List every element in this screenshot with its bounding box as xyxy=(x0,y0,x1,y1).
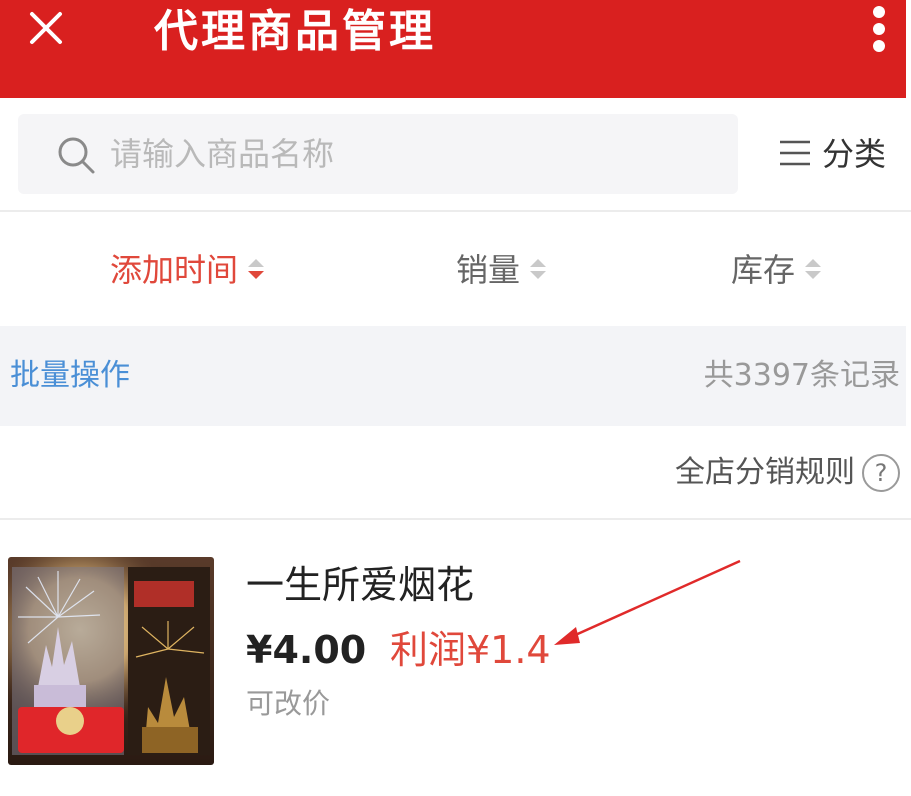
category-label: 分类 xyxy=(822,135,887,173)
page-title: 代理商品管理 xyxy=(154,6,436,57)
top-app-bar: 代理商品管理 xyxy=(0,0,906,98)
tab-sort-sales[interactable]: 销量 xyxy=(456,246,548,294)
annotation-arrow xyxy=(554,559,741,645)
product-profit: 利润¥1.4 xyxy=(390,628,551,672)
more-vertical-icon xyxy=(866,6,892,52)
product-image xyxy=(8,557,214,765)
price-editable-note: 可改价 xyxy=(246,687,331,720)
tab-sort-stock[interactable]: 库存 xyxy=(731,246,823,294)
store-distribution-rules-link[interactable]: 全店分销规则 xyxy=(675,452,855,494)
sort-arrows-icon xyxy=(248,259,265,279)
divider xyxy=(0,518,911,520)
record-count: 共3397条记录 xyxy=(703,358,900,393)
search-placeholder: 请输入商品名称 xyxy=(110,135,335,173)
tab-sort-added-time[interactable]: 添加时间 xyxy=(110,246,266,294)
search-input[interactable]: 请输入商品名称 xyxy=(18,114,738,194)
close-icon xyxy=(30,12,62,44)
close-button[interactable] xyxy=(26,8,66,48)
product-price: ¥4.00 xyxy=(246,628,367,672)
help-circle-icon[interactable]: ? xyxy=(862,454,900,492)
batch-operation-link[interactable]: 批量操作 xyxy=(10,354,130,398)
more-menu-button[interactable] xyxy=(866,6,892,54)
sort-arrows-icon xyxy=(530,259,547,279)
batch-bar: 批量操作 共3397条记录 xyxy=(0,326,906,426)
menu-lines-icon xyxy=(780,140,810,166)
divider xyxy=(0,210,911,212)
product-thumbnail[interactable] xyxy=(8,557,214,765)
product-name[interactable]: 一生所爱烟花 xyxy=(246,560,474,610)
sort-arrows-icon xyxy=(805,259,822,279)
search-icon xyxy=(58,137,95,174)
tab-label: 销量 xyxy=(456,251,521,289)
tab-label: 库存 xyxy=(731,251,796,289)
tab-label: 添加时间 xyxy=(110,251,239,289)
category-button[interactable]: 分类 xyxy=(778,131,898,177)
